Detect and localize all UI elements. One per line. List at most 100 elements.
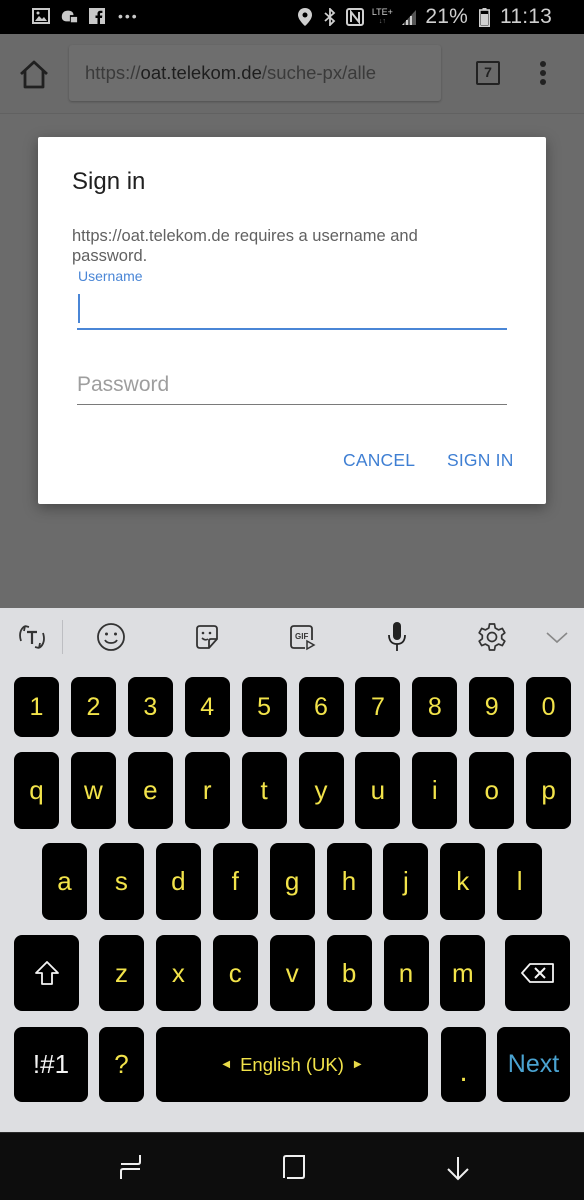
space-key[interactable]: ◀ English (UK) ▶: [156, 1027, 428, 1102]
key-d[interactable]: d: [155, 843, 201, 920]
key-period[interactable]: .: [441, 1027, 486, 1102]
key-q[interactable]: q: [14, 752, 59, 829]
key-e[interactable]: e: [127, 752, 173, 829]
key-question-mark[interactable]: ?: [99, 1027, 144, 1102]
key-w[interactable]: w: [70, 752, 116, 829]
nfc-icon: [346, 8, 365, 26]
key-6[interactable]: 6: [298, 677, 344, 737]
key-t[interactable]: t: [241, 752, 287, 829]
game-controller-icon: [60, 7, 78, 25]
key-b[interactable]: b: [326, 935, 372, 1011]
voice-input-button[interactable]: [380, 620, 414, 654]
key-n[interactable]: n: [383, 935, 429, 1011]
key-y[interactable]: y: [298, 752, 344, 829]
password-input[interactable]: [77, 365, 507, 405]
overflow-menu-button[interactable]: [536, 61, 550, 87]
gallery-icon: [32, 7, 50, 25]
status-bar: ••• LTE+ ↓↑ 21% 11:13: [0, 0, 584, 34]
settings-gear-icon: [478, 623, 506, 651]
key-7[interactable]: 7: [355, 677, 401, 737]
key-4[interactable]: 4: [184, 677, 230, 737]
language-left-arrow-icon: ◀: [222, 1059, 231, 1070]
soft-keyboard: GIF 1234567890 qwertyuiop asdfghjkl zxcvbnm…: [0, 608, 584, 1132]
home-nav-button[interactable]: [279, 1151, 309, 1183]
url-scheme: https://: [85, 62, 141, 83]
backspace-key[interactable]: [505, 935, 570, 1011]
text-caret: [78, 294, 80, 323]
shift-key[interactable]: [14, 935, 79, 1011]
username-input[interactable]: [77, 290, 507, 330]
more-notifications-icon: •••: [118, 8, 139, 24]
battery-percent: 21%: [425, 5, 468, 28]
key-k[interactable]: k: [440, 843, 486, 920]
key-m[interactable]: m: [440, 935, 486, 1011]
keyboard-settings-button[interactable]: [475, 620, 509, 654]
key-0[interactable]: 0: [526, 677, 572, 737]
key-p[interactable]: p: [526, 752, 572, 829]
back-button[interactable]: [443, 1151, 473, 1183]
facebook-icon: [88, 7, 106, 25]
home-square-icon: [283, 1155, 305, 1179]
key-5[interactable]: 5: [241, 677, 287, 737]
sign-in-button[interactable]: SIGN IN: [447, 450, 514, 471]
key-j[interactable]: j: [383, 843, 429, 920]
cancel-button[interactable]: CANCEL: [343, 450, 415, 471]
key-x[interactable]: x: [155, 935, 201, 1011]
sign-in-dialog: Sign in https://oat.telekom.de requires …: [38, 137, 546, 504]
url-host: oat.telekom.de: [140, 62, 262, 83]
microphone-icon: [388, 622, 406, 651]
key-s[interactable]: s: [98, 843, 144, 920]
key-c[interactable]: c: [212, 935, 258, 1011]
text-translate-icon: [19, 625, 45, 649]
home-button[interactable]: [17, 58, 51, 92]
recent-apps-icon: [120, 1155, 141, 1179]
key-9[interactable]: 9: [469, 677, 515, 737]
key-g[interactable]: g: [269, 843, 315, 920]
gif-icon: GIF: [290, 625, 316, 651]
key-z[interactable]: z: [99, 935, 144, 1011]
toolbar-divider: [62, 620, 63, 654]
space-language-label: English (UK): [240, 1053, 344, 1075]
sticker-icon: [196, 625, 218, 649]
key-1[interactable]: 1: [14, 677, 59, 737]
text-translate-button[interactable]: [15, 620, 49, 654]
bluetooth-icon: [321, 8, 339, 26]
key-v[interactable]: v: [269, 935, 315, 1011]
browser-toolbar: https://oat.telekom.de/suche-px/alle 7: [0, 34, 584, 114]
key-r[interactable]: r: [184, 752, 230, 829]
collapse-chevron-icon: [546, 632, 568, 644]
url-text[interactable]: https://oat.telekom.de/suche-px/alle: [85, 62, 376, 84]
tab-switcher-button[interactable]: 7: [476, 61, 500, 85]
symbols-key[interactable]: !#1: [14, 1027, 88, 1102]
language-right-arrow-icon: ▶: [353, 1059, 362, 1070]
dialog-title: Sign in: [72, 168, 146, 195]
key-i[interactable]: i: [412, 752, 458, 829]
more-vert-icon: [540, 61, 546, 67]
lte-plus-icon: LTE+ ↓↑: [371, 7, 393, 26]
system-nav-bar: [0, 1132, 584, 1200]
key-u[interactable]: u: [355, 752, 401, 829]
key-2[interactable]: 2: [70, 677, 116, 737]
key-l[interactable]: l: [497, 843, 543, 920]
key-a[interactable]: a: [42, 843, 87, 920]
key-o[interactable]: o: [469, 752, 515, 829]
emoji-button[interactable]: [94, 620, 128, 654]
key-3[interactable]: 3: [127, 677, 173, 737]
key-8[interactable]: 8: [412, 677, 458, 737]
key-h[interactable]: h: [326, 843, 372, 920]
sticker-button[interactable]: [190, 620, 224, 654]
home-icon: [20, 60, 48, 89]
password-field: [77, 365, 507, 407]
shift-arrow-icon: [34, 961, 59, 985]
gif-button[interactable]: GIF: [285, 620, 319, 654]
url-bar[interactable]: https://oat.telekom.de/suche-px/alle: [69, 45, 441, 101]
collapse-keyboard-button[interactable]: [540, 620, 574, 654]
key-f[interactable]: f: [212, 843, 258, 920]
emoji-icon: [97, 623, 125, 651]
clock: 11:13: [500, 5, 552, 28]
recent-apps-button[interactable]: [116, 1151, 146, 1183]
back-arrow-icon: [447, 1157, 469, 1181]
signal-icon: [400, 8, 418, 26]
backspace-icon: [520, 963, 554, 983]
next-action-key[interactable]: Next: [497, 1027, 570, 1102]
